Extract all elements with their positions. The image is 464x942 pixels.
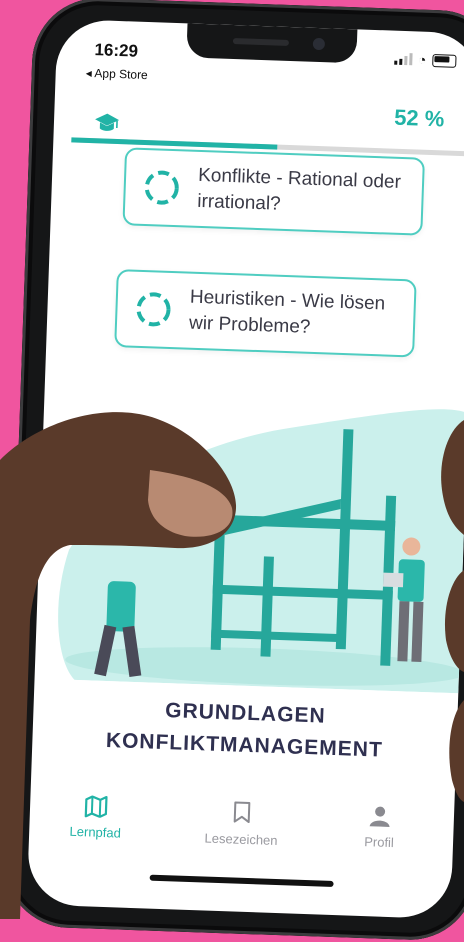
app-screen: 16:29 ◂ App Store ◔ 52 % Konflikte - Rat… <box>27 19 464 919</box>
status-time: 16:29 <box>94 40 138 62</box>
lesson-progress-ring-icon <box>133 289 174 330</box>
tab-label: Lesezeichen <box>204 831 277 849</box>
graduation-cap-icon[interactable] <box>94 110 121 135</box>
lesson-card-1[interactable]: Konflikte - Rational oder irrational? <box>122 147 425 235</box>
phone-frame: 16:29 ◂ App Store ◔ 52 % Konflikte - Rat… <box>2 0 464 942</box>
lesson-title: Heuristiken - Wie lösen wir Probleme? <box>189 285 386 344</box>
bookmark-icon <box>232 800 253 825</box>
signal-icon <box>394 53 412 66</box>
home-indicator <box>150 875 334 887</box>
status-icons: ◔ <box>394 51 457 69</box>
bottom-tab-bar: Lernpfad Lesezeichen Profil <box>28 793 454 878</box>
notch <box>186 23 357 63</box>
speaker <box>233 38 289 46</box>
tab-lernpfad[interactable]: Lernpfad <box>35 794 157 844</box>
progress-percent: 52 % <box>394 105 445 133</box>
battery-icon <box>432 53 456 67</box>
lesson-card-2[interactable]: Heuristiken - Wie lösen wir Probleme? <box>114 269 417 357</box>
tab-label: Lernpfad <box>69 824 121 841</box>
progress-bar-fill <box>71 137 277 149</box>
person-icon <box>369 805 392 828</box>
map-icon <box>84 795 109 818</box>
lesson-title: Konflikte - Rational oder irrational? <box>197 163 401 222</box>
tab-profil[interactable]: Profil <box>319 804 441 854</box>
course-illustration <box>35 379 464 694</box>
tab-label: Profil <box>364 834 394 850</box>
lesson-progress-ring-icon <box>141 167 182 208</box>
course-title: GRUNDLAGEN KONFLIKTMANAGEMENT <box>32 690 458 769</box>
wifi-icon: ◔ <box>418 51 427 67</box>
front-camera <box>313 38 325 50</box>
tab-lesezeichen[interactable]: Lesezeichen <box>181 799 303 851</box>
back-to-app-store-link[interactable]: ◂ App Store <box>85 66 148 82</box>
